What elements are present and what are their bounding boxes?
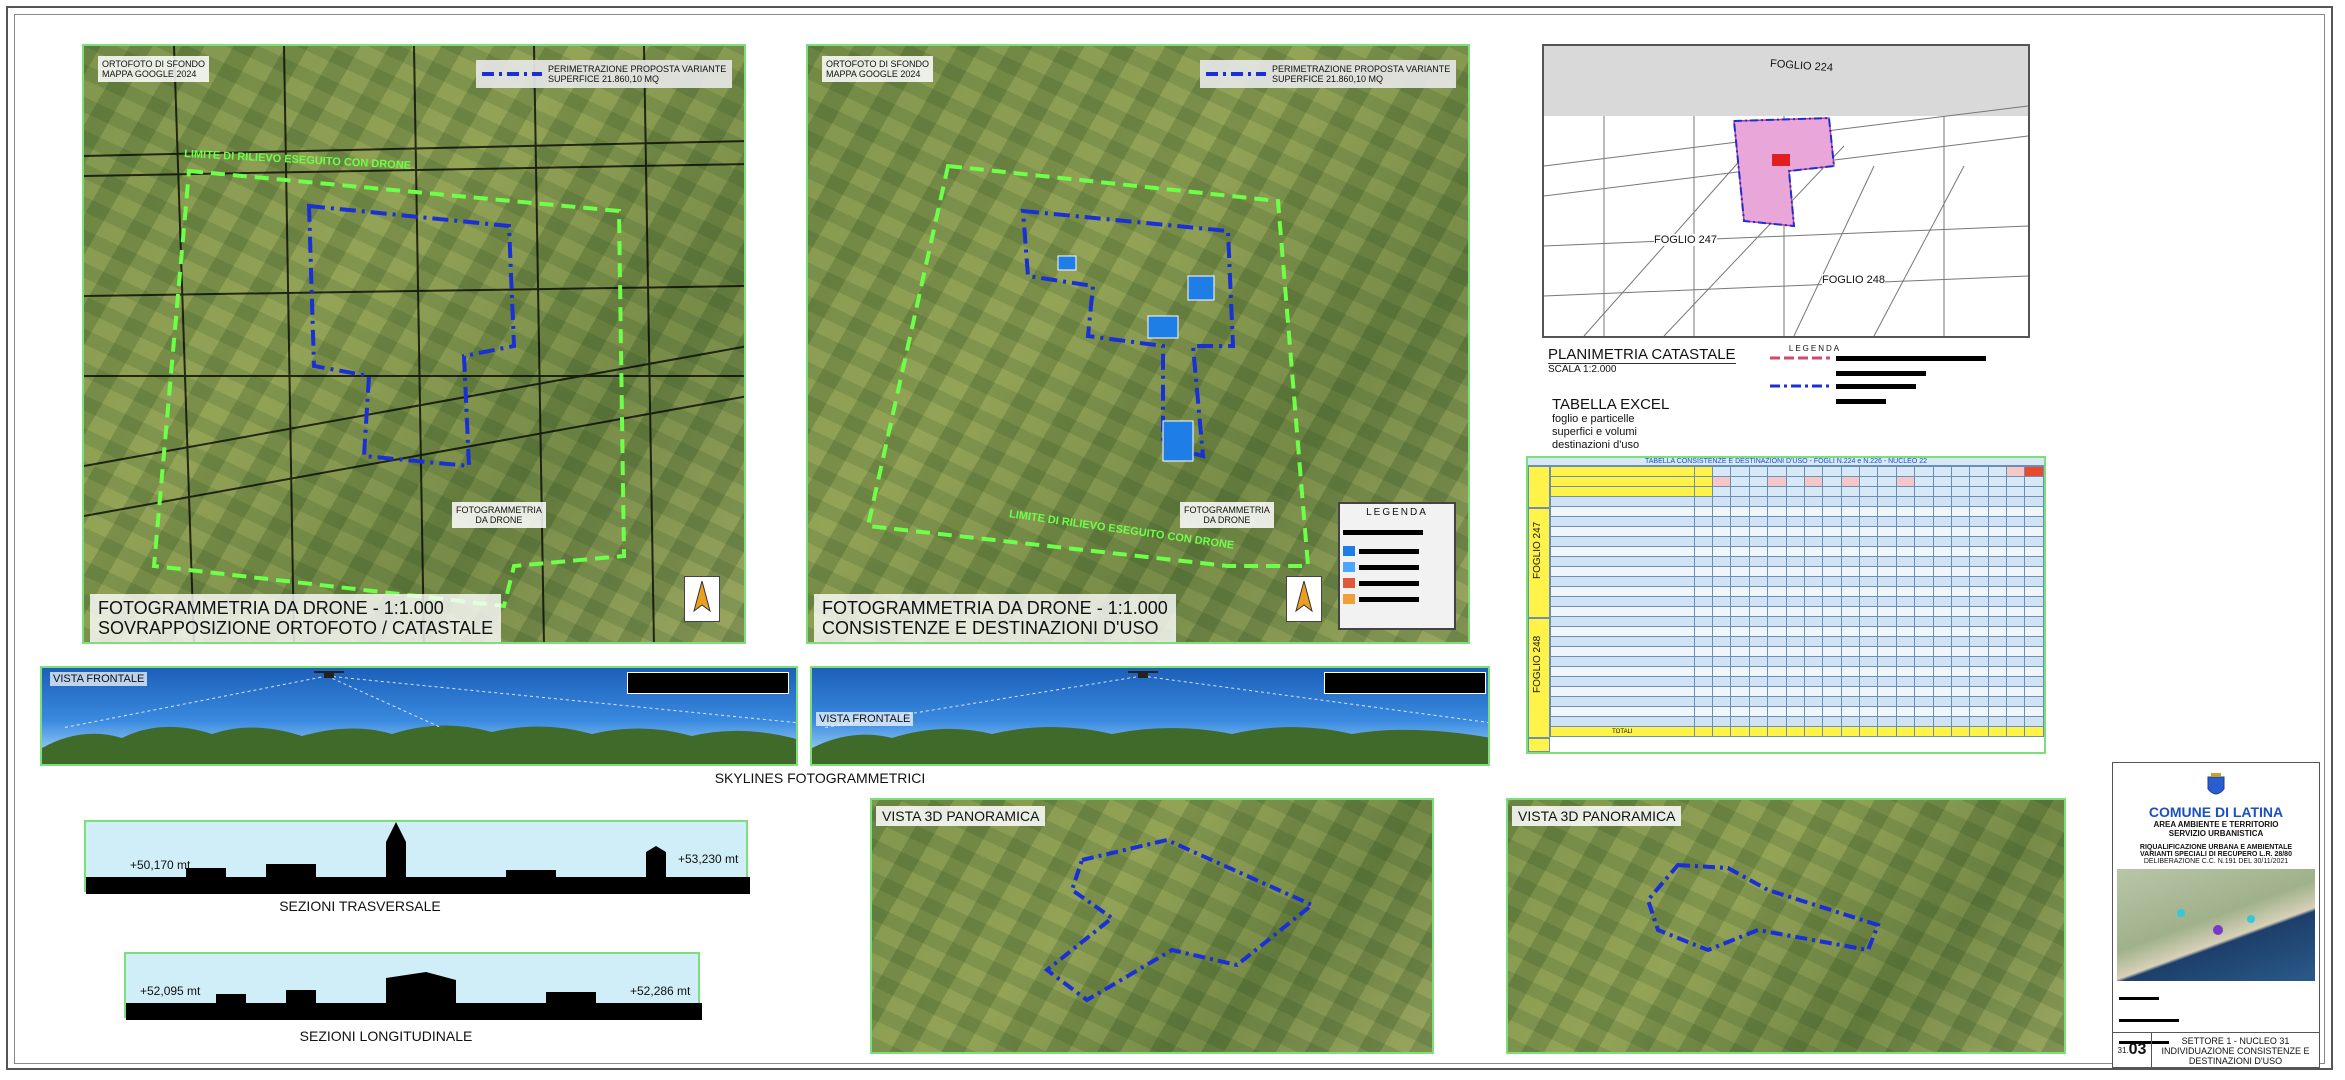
section-long-left-elevation: +52,095 mt — [140, 984, 201, 998]
excel-line-1: foglio e particelle — [1552, 413, 1635, 425]
sheet-number: 03 — [2128, 1041, 2147, 1058]
skyline-left-label: VISTA FRONTALE — [50, 672, 148, 686]
legend-line-1: PERIMETRAZIONE PROPOSTA VARIANTE — [548, 64, 727, 74]
sector-name: SETTORE 1 - NUCLEO 31 — [2181, 1036, 2290, 1046]
residential-swatch-icon — [1343, 546, 1355, 556]
photo-title-1: FOTOGRAMMETRIA DA DRONE - 1:1.000 — [98, 598, 444, 618]
excel-line-2: superfici e volumi — [1552, 426, 1637, 438]
source-line-2: MAPPA GOOGLE 2024 — [826, 69, 921, 79]
north-arrow-icon — [684, 576, 720, 622]
view-3d-left: VISTA 3D PANORAMICA — [870, 798, 1434, 1054]
cadastral-overlay-lines — [84, 46, 744, 642]
land-use-legend: LEGENDA — [1338, 502, 1456, 630]
perimeter-line-icon — [482, 72, 542, 76]
perimeter-line-icon — [1770, 384, 1830, 388]
foglio-247-tag: FOGLIO 247 — [1532, 521, 1543, 579]
excel-grid: TOTALI — [1550, 466, 2044, 737]
comune-name: COMUNE DI LATINA — [2148, 804, 2284, 820]
view-3d-left-perimeter — [1043, 837, 1316, 1003]
source-line-1: ORTOFOTO DI SFONDO — [826, 59, 930, 69]
skyline-right: VISTA FRONTALE — [810, 666, 1490, 766]
legend-line-2: SUPERFICE 21.860,10 MQ — [1272, 74, 1384, 84]
photo-title-2: SOVRAPPOSIZIONE ORTOFOTO / CATASTALE — [98, 618, 494, 638]
drone-label-2: DA DRONE — [475, 515, 523, 525]
skyline-right-label: VISTA FRONTALE — [816, 712, 914, 726]
section-transverse: +50,170 mt +53,230 mt — [84, 820, 750, 894]
section-longitudinal: +52,095 mt +52,286 mt — [124, 952, 702, 1020]
title-block-map — [2117, 869, 2315, 981]
view-3d-right: VISTA 3D PANORAMICA — [1506, 798, 2066, 1054]
excel-table-title: TABELLA CONSISTENZE E DESTINAZIONI D'USO… — [1528, 458, 2044, 466]
commercial-swatch-icon — [1343, 578, 1355, 588]
drone-icon — [314, 668, 344, 687]
coat-of-arms-icon — [2113, 773, 2319, 804]
legend-line-1: PERIMETRAZIONE PROPOSTA VARIANTE — [1272, 64, 1451, 74]
view-3d-right-perimeter — [1645, 862, 1881, 953]
photo-title-2: CONSISTENZE E DESTINAZIONI D'USO — [822, 618, 1159, 638]
other-swatch-icon — [1343, 594, 1355, 604]
excel-title: TABELLA EXCEL — [1552, 396, 1670, 413]
annex-swatch-icon — [1343, 562, 1355, 572]
cadastral-parcels — [1544, 105, 2028, 336]
aerial-photo-cadastral-overlay: ORTOFOTO DI SFONDO MAPPA GOOGLE 2024 PER… — [82, 44, 746, 644]
foglio-248-tag: FOGLIO 248 — [1532, 635, 1543, 693]
photo-title-1: FOTOGRAMMETRIA DA DRONE - 1:1.000 — [822, 598, 1168, 618]
cadastral-legend-title: LEGENDA — [1788, 344, 1842, 353]
cadastral-map: FOGLIO 224 FOGLIO 247 FOGLIO 248 — [1542, 44, 2030, 338]
drone-label-2: DA DRONE — [1203, 515, 1251, 525]
perimeter-legend: PERIMETRAZIONE PROPOSTA VARIANTE SUPERFI… — [476, 60, 733, 88]
aerial-photo-land-use: ORTOFOTO DI SFONDO MAPPA GOOGLE 2024 PER… — [806, 44, 1470, 644]
drone-label-1: FOTOGRAMMETRIA — [456, 505, 542, 515]
foglio-248-label: FOGLIO 248 — [1822, 274, 1885, 286]
section-trasv-right-elevation: +53,230 mt — [678, 852, 739, 866]
drone-icon — [1128, 668, 1158, 687]
cadastral-legend: LEGENDA — [1770, 344, 2010, 409]
project-line-1: RIQUALIFICAZIONE URBANA E AMBIENTALE — [2139, 844, 2293, 851]
cadastral-line-icon — [1770, 356, 1830, 360]
section-long-caption: SEZIONI LONGITUDINALE — [299, 1028, 473, 1044]
project-line-2: VARIANTI SPECIALI DI RECUPERO L.R. 28/80 — [2140, 851, 2292, 858]
legend-line-2: SUPERFICE 21.860,10 MQ — [548, 74, 660, 84]
area-name: AREA AMBIENTE E TERRITORIO — [2153, 820, 2279, 829]
source-line-2: MAPPA GOOGLE 2024 — [102, 69, 197, 79]
redacted-label — [1324, 672, 1486, 694]
delibera: DELIBERAZIONE C.C. N.191 DEL 30/11/2021 — [2143, 858, 2289, 865]
source-line-1: ORTOFOTO DI SFONDO — [102, 59, 206, 69]
view-3d-right-label: VISTA 3D PANORAMICA — [1512, 806, 1682, 826]
legend-title: LEGENDA — [1366, 507, 1428, 518]
view-3d-left-label: VISTA 3D PANORAMICA — [876, 806, 1046, 826]
cadastral-title: PLANIMETRIA CATASTALE — [1548, 346, 1736, 364]
skylines-caption: SKYLINES FOTOGRAMMETRICI — [714, 770, 926, 786]
excel-line-3: destinazioni d'uso — [1552, 439, 1640, 451]
perimeter-line-icon — [1206, 72, 1266, 76]
title-block: COMUNE DI LATINA AREA AMBIENTE E TERRITO… — [2112, 762, 2320, 1068]
section-trasv-caption: SEZIONI TRASVERSALE — [279, 898, 441, 914]
perimeter-legend: PERIMETRAZIONE PROPOSTA VARIANTE SUPERFI… — [1200, 60, 1457, 88]
excel-total-label: TOTALI — [1550, 726, 1695, 737]
skyline-left: VISTA FRONTALE — [40, 666, 798, 766]
sheet-prefix: 31. — [2117, 1045, 2129, 1055]
north-arrow-icon — [1286, 576, 1322, 622]
redacted-label — [627, 672, 789, 694]
sheet-desc-1: INDIVIDUAZIONE CONSISTENZE E — [2161, 1046, 2310, 1056]
section-trasv-left-elevation: +50,170 mt — [130, 858, 191, 872]
section-long-right-elevation: +52,286 mt — [630, 984, 691, 998]
cadastral-scale: SCALA 1:2.000 — [1548, 364, 1617, 375]
foglio-247-label: FOGLIO 247 — [1654, 234, 1717, 246]
sheet-desc-2: DESTINAZIONI D'USO — [2188, 1056, 2283, 1066]
section-longitudinal-profile — [126, 972, 702, 1020]
drone-label-1: FOTOGRAMMETRIA — [1184, 505, 1270, 515]
excel-table: TABELLA CONSISTENZE E DESTINAZIONI D'USO… — [1526, 456, 2046, 754]
servizio-name: SERVIZIO URBANISTICA — [2168, 829, 2264, 838]
